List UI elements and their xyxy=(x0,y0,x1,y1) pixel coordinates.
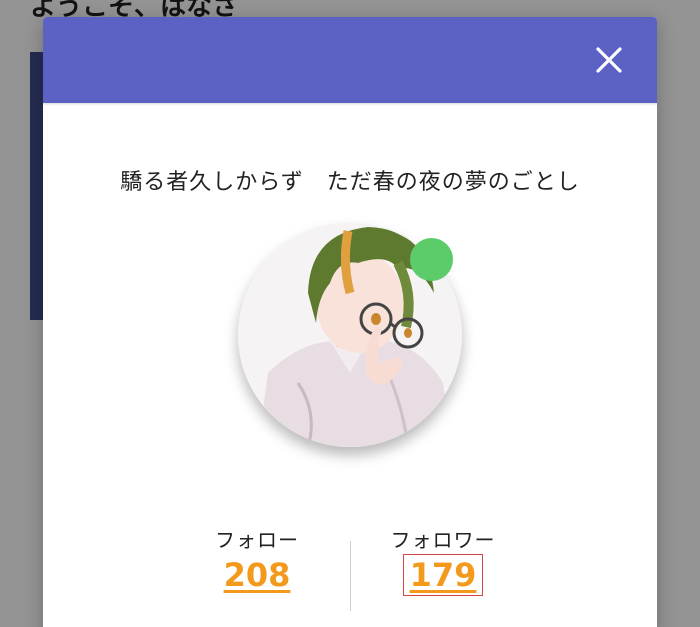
following-stat: フォロー 208 xyxy=(187,527,327,595)
modal-header xyxy=(43,17,657,103)
close-button[interactable] xyxy=(595,46,623,74)
stats-divider xyxy=(350,541,351,611)
follow-stats: フォロー 208 フォロワー 179 xyxy=(43,527,657,611)
following-count-link[interactable]: 208 xyxy=(224,555,291,595)
followers-label: フォロワー xyxy=(390,528,496,552)
close-icon xyxy=(596,47,622,73)
screen: ようこそ、はなさ 驕る者久しからず ただ春の夜の夢のごとし フォロー 208 フ… xyxy=(0,0,700,627)
avatar-container xyxy=(238,223,462,447)
online-status-indicator xyxy=(410,238,453,281)
profile-modal: 驕る者久しからず ただ春の夜の夢のごとし フォロー 208 フォロワー 179 xyxy=(43,17,657,627)
following-label: フォロー xyxy=(215,528,299,552)
profile-bio: 驕る者久しからず ただ春の夜の夢のごとし xyxy=(120,170,580,195)
header-shadow xyxy=(43,103,657,106)
followers-stat: フォロワー 179 xyxy=(373,527,513,596)
followers-count-link[interactable]: 179 xyxy=(402,554,484,596)
